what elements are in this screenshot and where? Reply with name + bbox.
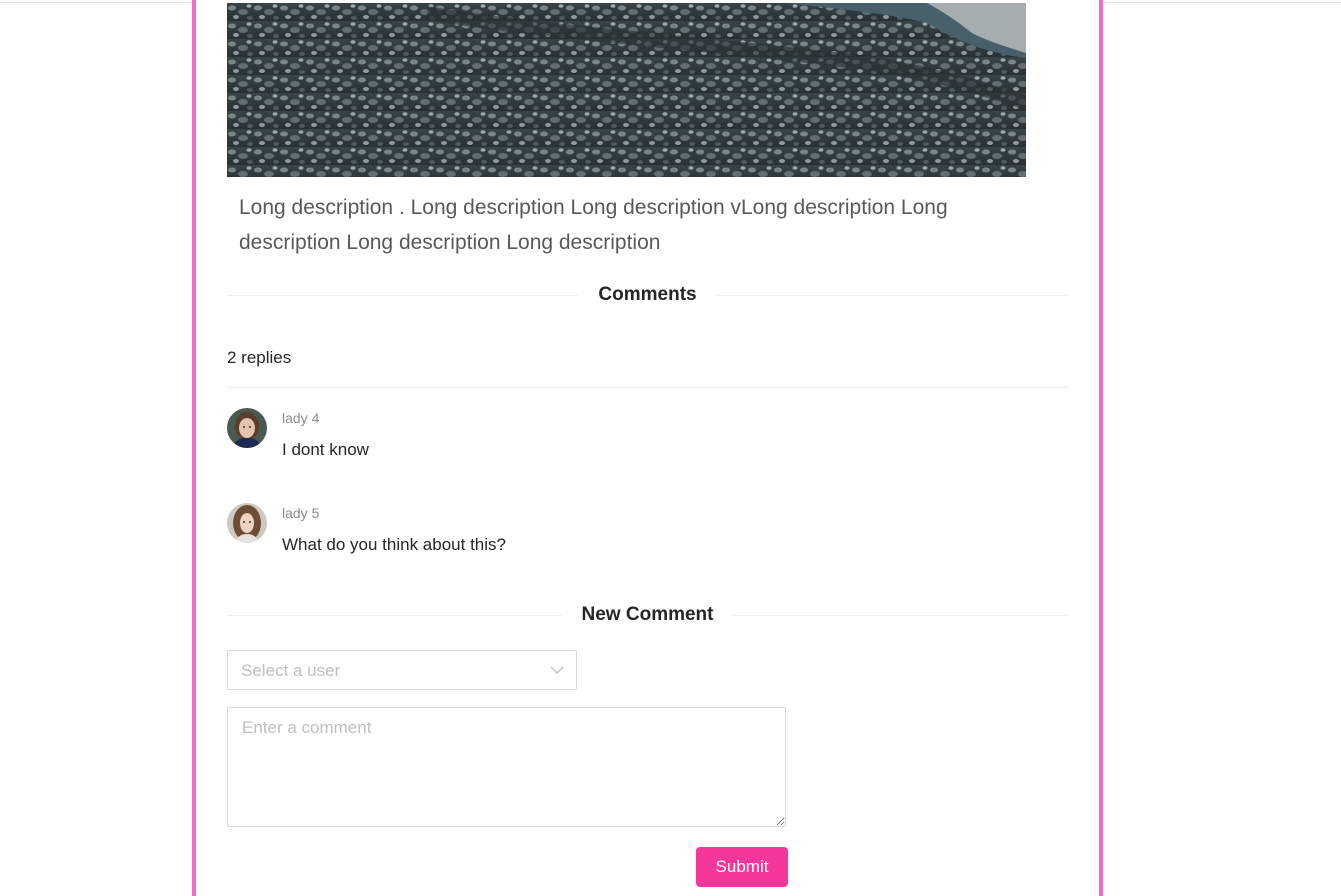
avatar [227, 408, 267, 448]
comments-divider: Comments [227, 282, 1068, 308]
comment-textarea[interactable] [227, 707, 786, 827]
user-select-placeholder: Select a user [241, 661, 341, 680]
reply-count: 2 replies [227, 348, 292, 367]
chevron-down-icon [550, 663, 564, 677]
comment-author: lady 4 [282, 410, 320, 426]
new-comment-heading: New Comment [581, 604, 714, 625]
post-description: Long description . Long description Long… [239, 196, 948, 254]
submit-button[interactable]: Submit [696, 847, 788, 887]
post-detail-panel: Long description . Long description Long… [192, 0, 1103, 896]
avatar [227, 503, 267, 543]
comment-item: lady 4 I dont know [227, 408, 1068, 468]
comment-text: I dont know [282, 440, 369, 459]
post-image [227, 3, 1026, 177]
user-select[interactable]: Select a user [227, 650, 577, 690]
comment-text: What do you think about this? [282, 535, 506, 554]
comments-heading: Comments [598, 284, 697, 305]
replies-separator [227, 387, 1068, 388]
comment-item: lady 5 What do you think about this? [227, 503, 1068, 563]
new-comment-divider: New Comment [227, 602, 1068, 628]
comment-author: lady 5 [282, 505, 320, 521]
